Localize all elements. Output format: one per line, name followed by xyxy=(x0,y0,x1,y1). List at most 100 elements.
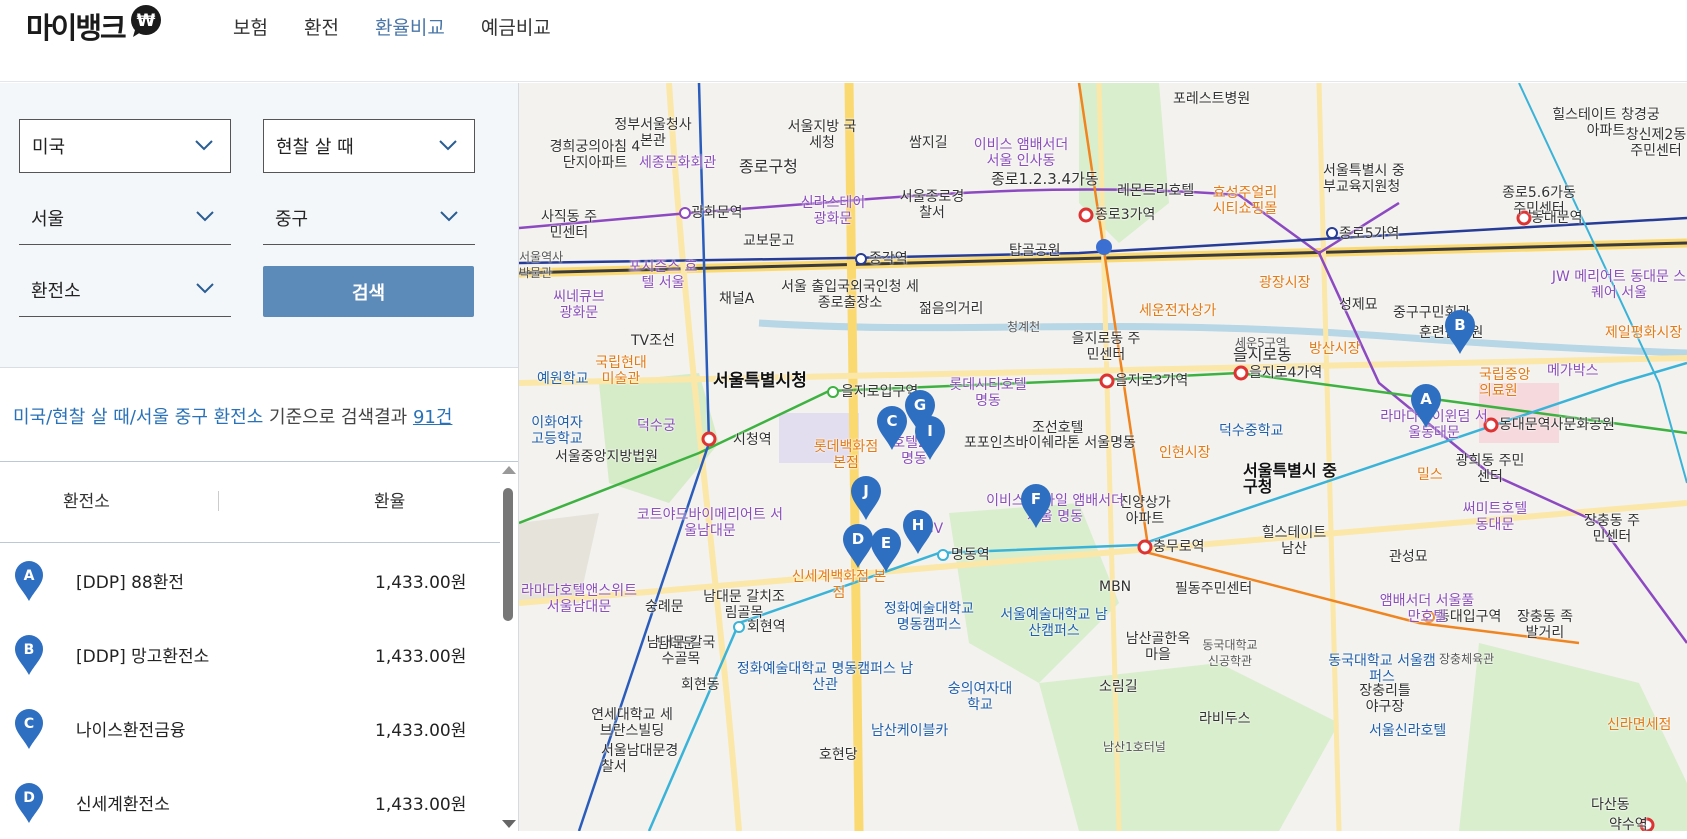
col-header-name: 환전소 xyxy=(63,492,110,512)
svg-text:E: E xyxy=(881,534,891,552)
map-label: 동대문역사문화공원 xyxy=(1499,417,1615,433)
map-label: 조선호텔 xyxy=(1032,420,1084,436)
map-label: 덕수중학교 xyxy=(1219,423,1284,439)
map-label: 숭의여자대학교 xyxy=(947,681,1013,713)
nav-exchange[interactable]: 환전 xyxy=(304,13,339,43)
col-header-rate: 환율 xyxy=(374,492,406,512)
map-label: 장충동 주민센터 xyxy=(1584,513,1640,545)
map-label: 약수역 xyxy=(1609,817,1648,831)
map-marker-H[interactable]: H xyxy=(901,509,935,555)
nav-insurance[interactable]: 보험 xyxy=(233,13,268,43)
map-label: 사직동 주민센터 xyxy=(541,209,597,241)
map-label: 연세대학교 세브란스빌딩 xyxy=(591,707,673,739)
map-label: 관성묘 xyxy=(1389,549,1428,565)
map-label: 국립현대 미술관 xyxy=(595,355,647,387)
map-label: 포포인츠바이쉐라톤 서울명동 xyxy=(964,435,1136,451)
country-select[interactable]: 미국 xyxy=(19,119,231,173)
map-label: 서울지방 국세청 xyxy=(787,119,857,151)
svg-text:G: G xyxy=(914,396,926,414)
svg-text:B: B xyxy=(24,642,35,658)
map-label: TV조선 xyxy=(631,333,675,349)
map-marker-icon: A xyxy=(15,561,43,601)
mybank-logo[interactable]: 마이뱅크 ₩ xyxy=(26,5,165,48)
map-label: 이비스 앰배서더 서울 인사동 xyxy=(973,137,1069,169)
exchange-name: 나이스환전금융 xyxy=(76,721,186,741)
map-label: 서울남대문경찰서 xyxy=(601,743,679,775)
sidebar: 미국 현찰 살 때 서울 중구 환전소 검색 미국/현찰 살 때/서울 중구 환… xyxy=(0,83,519,831)
map-label: 광화문역 xyxy=(691,205,743,221)
map-label: 회현역 xyxy=(747,619,786,635)
map-label: 롯데시티호텔 명동 xyxy=(949,377,1027,409)
chevron-down-icon xyxy=(195,140,213,151)
map-marker-icon: C xyxy=(15,709,43,749)
map-label: 덕수궁 xyxy=(637,418,676,434)
map-label: 시청역 xyxy=(733,432,772,448)
map-label: 충무로역 xyxy=(1153,539,1205,555)
map-label: 라비두스 xyxy=(1199,711,1251,727)
map-label: 정화예술대학교 명동캠퍼스 xyxy=(883,601,975,633)
map-label: 종로1.2.3.4가동 xyxy=(991,170,1099,188)
map-marker-B[interactable]: B xyxy=(1443,309,1477,355)
table-row[interactable]: B [DDP] 망고환전소 1,433.00원 xyxy=(0,617,500,691)
map-label: 롯데백화점 본점 xyxy=(813,439,879,471)
map-label: 서울 출입국외국인청 세종로출장소 xyxy=(781,279,919,311)
map-label: 씨네큐브 광화문 xyxy=(553,289,605,321)
table-row[interactable]: D 신세계환전소 1,433.00원 xyxy=(0,765,500,839)
region-value: 서울 xyxy=(31,208,65,230)
summary-text: 기준으로 검색결과 xyxy=(263,407,413,428)
map-marker-F[interactable]: F xyxy=(1019,483,1053,529)
map-label: 서울예술대학교 남산캠퍼스 xyxy=(1000,607,1108,639)
map-label: 힐스테이트 남산 xyxy=(1261,525,1327,557)
svg-text:A: A xyxy=(1420,390,1432,408)
map-label: MBN xyxy=(1099,579,1132,595)
table-row[interactable]: A [DDP] 88환전 1,433.00원 xyxy=(0,543,500,617)
map-view[interactable]: 서울특별시청 시청역 을지로입구역 을지로3가역 을지로4가역 종각역 광화문역… xyxy=(519,83,1687,831)
map-label: 앰배서더 서울풀만호텔 xyxy=(1379,593,1475,625)
district-select[interactable]: 중구 xyxy=(263,191,475,245)
trade-type-select[interactable]: 현찰 살 때 xyxy=(263,119,475,173)
search-filters: 미국 현찰 살 때 서울 중구 환전소 검색 xyxy=(0,83,518,368)
header: 마이뱅크 ₩ 보험 환전 환율비교 예금비교 xyxy=(0,0,1687,82)
map-label: 세운5구역 xyxy=(1235,336,1287,350)
map-marker-J[interactable]: J xyxy=(849,475,883,521)
result-table: 환전소 환율 A [DDP] 88환전 1,433.00원 B [DDP] 망고… xyxy=(0,461,518,831)
table-row[interactable]: C 나이스환전금융 1,433.00원 xyxy=(0,691,500,765)
svg-text:F: F xyxy=(1031,490,1041,508)
logo-text: 마이뱅크 xyxy=(26,11,127,45)
result-count-link[interactable]: 91건 xyxy=(413,407,452,428)
map-label: 방산시장 xyxy=(1309,341,1361,357)
svg-text:D: D xyxy=(852,530,864,548)
map-label: 신라스테이 광화문 xyxy=(800,195,866,227)
map-marker-A[interactable]: A xyxy=(1409,383,1443,429)
map-label: 써미트호텔 동대문 xyxy=(1462,501,1528,533)
map-label: 힐스테이트 창경궁아파트 xyxy=(1552,107,1660,139)
exchange-name: 신세계환전소 xyxy=(76,795,170,815)
map-marker-E[interactable]: E xyxy=(869,527,903,573)
map-label: 장충리틀 야구장 xyxy=(1359,683,1411,715)
svg-text:₩: ₩ xyxy=(136,11,155,31)
nav-rate-compare[interactable]: 환율비교 xyxy=(375,13,445,43)
map-marker-I[interactable]: I xyxy=(913,415,947,461)
scroll-down-arrow-icon[interactable] xyxy=(502,820,516,828)
nav-deposit-compare[interactable]: 예금비교 xyxy=(481,13,551,43)
map-label: 남산케이블카 xyxy=(871,723,949,739)
map-label: 종로구청 xyxy=(739,157,798,176)
map-label: 레몬트리호텔 xyxy=(1117,183,1195,199)
exchange-name: [DDP] 망고환전소 xyxy=(76,647,210,667)
svg-text:H: H xyxy=(912,516,925,534)
map-label: 종로3가역 xyxy=(1095,207,1156,223)
region-select[interactable]: 서울 xyxy=(19,191,231,245)
chevron-down-icon xyxy=(440,211,458,222)
map-label: 라마다호텔앤스위트 서울남대문 xyxy=(521,583,637,615)
search-button[interactable]: 검색 xyxy=(263,266,474,317)
place-type-select[interactable]: 환전소 xyxy=(19,263,231,317)
map-label: 서울신라호텔 xyxy=(1369,723,1447,739)
scrollbar-thumb[interactable] xyxy=(503,488,513,621)
exchange-rate: 1,433.00원 xyxy=(375,721,467,741)
map-label: 이비스 스타일 앰배서더 서울 명동 xyxy=(986,493,1124,525)
map-label: 명동역 xyxy=(951,547,990,563)
exchange-name: [DDP] 88환전 xyxy=(76,573,185,593)
scroll-up-arrow-icon[interactable] xyxy=(502,466,516,474)
map-label: 서울특별시청 xyxy=(713,371,807,391)
summary-query: 미국/현찰 살 때/서울 중구 환전소 xyxy=(13,407,264,428)
